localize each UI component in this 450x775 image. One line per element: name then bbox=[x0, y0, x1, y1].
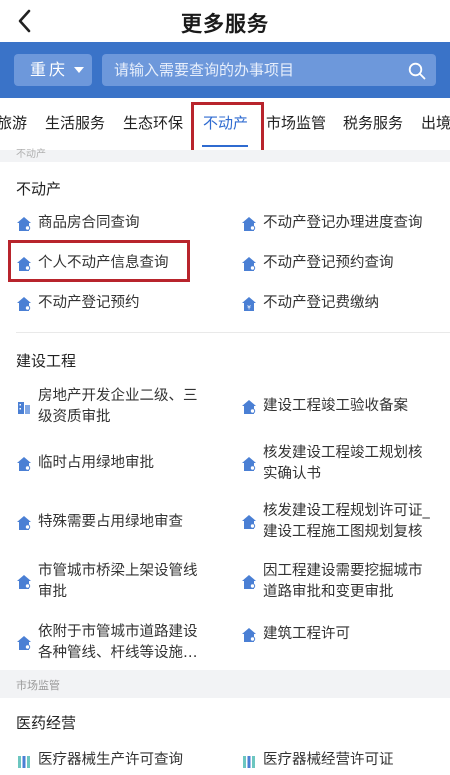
service-label-line: 审批 bbox=[38, 584, 67, 600]
service-label: 临时占用绿地审批 bbox=[38, 455, 154, 471]
service-label-line: 核发建设工程规划许可证_ bbox=[263, 503, 430, 519]
caret-down-icon bbox=[74, 67, 84, 73]
house-search-icon bbox=[242, 575, 256, 589]
service-label: 不动产登记费缴纳 bbox=[263, 295, 379, 311]
house-search-icon bbox=[242, 217, 256, 231]
tab-exit-entry[interactable]: 出境 bbox=[421, 112, 450, 133]
tab-market-supervision[interactable]: 市场监管 bbox=[266, 112, 326, 133]
section-band-top: 不动产 bbox=[0, 149, 450, 162]
search-bar: 重庆 bbox=[0, 42, 450, 98]
city-label: 重庆 bbox=[30, 60, 69, 79]
service-label: 不动产登记办理进度查询 bbox=[263, 215, 423, 231]
city-select[interactable]: 重庆 bbox=[14, 54, 92, 86]
service-label-line: 级资质审批 bbox=[38, 409, 111, 425]
svg-text:¥: ¥ bbox=[247, 305, 251, 312]
tab-ecology[interactable]: 生态环保 bbox=[123, 112, 183, 133]
service-label-line: 建设工程施工图规划复核 bbox=[263, 524, 423, 540]
medical-device-icon bbox=[243, 756, 255, 768]
house-search-icon bbox=[242, 257, 256, 271]
section-title-construction: 建设工程 bbox=[16, 352, 77, 370]
service-label: 建设工程竣工验收备案 bbox=[263, 398, 408, 414]
service-label: 商品房合同查询 bbox=[38, 215, 140, 231]
tab-travel[interactable]: 旅游 bbox=[0, 112, 27, 133]
tab-highlight-box bbox=[191, 102, 264, 157]
section-divider bbox=[16, 332, 450, 333]
house-search-icon bbox=[242, 515, 256, 529]
service-label-line: 依附于市管城市道路建设 bbox=[38, 624, 198, 640]
service-label: 特殊需要占用绿地审查 bbox=[38, 514, 183, 530]
service-label: 医疗器械生产许可查询 bbox=[38, 752, 183, 768]
house-search-icon bbox=[242, 400, 256, 414]
band-label-top: 不动产 bbox=[16, 149, 46, 160]
service-label-line: 市管城市桥梁上架设管线 bbox=[38, 563, 198, 579]
service-label: 医疗器械经营许可证 bbox=[263, 752, 394, 768]
item-highlight-box bbox=[8, 240, 190, 282]
tab-tax-services[interactable]: 税务服务 bbox=[343, 112, 403, 133]
house-search-icon bbox=[17, 516, 31, 530]
service-label-line: 核发建设工程竣工规划核 bbox=[263, 445, 423, 461]
section-title-medicine: 医药经营 bbox=[16, 714, 77, 732]
medical-device-icon bbox=[18, 756, 30, 768]
house-search-icon bbox=[17, 575, 31, 589]
house-search-icon bbox=[242, 628, 256, 642]
section-title-real-estate: 不动产 bbox=[16, 180, 62, 198]
house-search-icon bbox=[17, 457, 31, 471]
house-search-icon bbox=[242, 457, 256, 471]
service-label-line: 房地产开发企业二级、三 bbox=[38, 388, 198, 404]
section-band-market: 市场监管 bbox=[0, 670, 450, 698]
service-label-line: 各种管线、杆线等设施… bbox=[38, 645, 198, 661]
top-bar: 更多服务 bbox=[0, 0, 450, 42]
search-input[interactable] bbox=[102, 54, 436, 86]
page-title: 更多服务 bbox=[181, 12, 269, 36]
house-search-icon bbox=[17, 217, 31, 231]
service-label-line: 道路审批和变更审批 bbox=[263, 584, 394, 600]
band-label-market: 市场监管 bbox=[16, 679, 60, 692]
service-label-line: 因工程建设需要挖掘城市 bbox=[263, 563, 423, 579]
tab-life-services[interactable]: 生活服务 bbox=[45, 112, 105, 133]
house-search-icon bbox=[17, 636, 31, 650]
service-label: 建筑工程许可 bbox=[263, 626, 350, 642]
house-yen-icon: ¥ bbox=[242, 297, 256, 312]
house-search-icon bbox=[17, 297, 31, 311]
search-icon[interactable] bbox=[408, 62, 426, 80]
service-label: 不动产登记预约查询 bbox=[263, 255, 394, 271]
building-icon bbox=[18, 402, 30, 414]
service-label: 不动产登记预约 bbox=[38, 295, 140, 311]
service-label-line: 实确认书 bbox=[263, 466, 321, 482]
